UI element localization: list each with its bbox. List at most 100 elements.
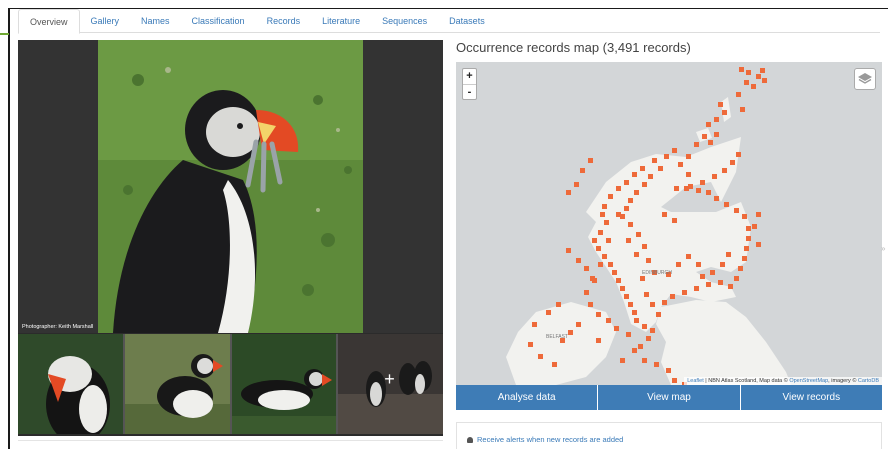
record-marker [598, 230, 603, 235]
record-marker [700, 274, 705, 279]
tab-records[interactable]: Records [256, 9, 312, 32]
edinburgh-label: EDINBURGH [642, 270, 672, 276]
record-marker [576, 258, 581, 263]
record-marker [724, 202, 729, 207]
record-marker [706, 282, 711, 287]
record-marker [739, 67, 744, 72]
receive-alerts-link[interactable]: Receive alerts when new records are adde… [467, 435, 623, 444]
leaflet-link[interactable]: Leaflet [687, 378, 704, 384]
record-marker [708, 140, 713, 145]
tab-gallery[interactable]: Gallery [80, 9, 131, 32]
record-marker [752, 224, 757, 229]
thumbnail-4[interactable]: + [338, 334, 443, 434]
layers-icon[interactable] [854, 68, 876, 90]
record-marker [678, 162, 683, 167]
accent-tick [0, 33, 9, 35]
tab-names[interactable]: Names [130, 9, 181, 32]
record-marker [598, 262, 603, 267]
record-marker [742, 214, 747, 219]
record-marker [722, 168, 727, 173]
alerts-panel: Receive alerts when new records are adde… [456, 422, 882, 449]
record-marker [616, 278, 621, 283]
receive-alerts-label: Receive alerts when new records are adde… [477, 435, 624, 444]
record-marker [650, 328, 655, 333]
thumbnail-2[interactable] [124, 334, 230, 434]
record-marker [620, 286, 625, 291]
record-marker [642, 324, 647, 329]
record-marker [670, 294, 675, 299]
record-marker [746, 226, 751, 231]
record-marker [648, 174, 653, 179]
record-marker [714, 117, 719, 122]
record-marker [756, 74, 761, 79]
chevron-right-icon[interactable]: » [881, 244, 885, 253]
tab-literature[interactable]: Literature [311, 9, 371, 32]
plus-icon[interactable]: + [384, 370, 395, 388]
record-marker [584, 290, 589, 295]
thumbnail-3[interactable] [231, 334, 337, 434]
record-marker [628, 222, 633, 227]
record-marker [686, 172, 691, 177]
tab-overview[interactable]: Overview [18, 9, 80, 34]
record-marker [528, 342, 533, 347]
view-records-button[interactable]: View records [740, 385, 882, 410]
record-marker [596, 338, 601, 343]
record-marker [744, 80, 749, 85]
record-marker [608, 194, 613, 199]
record-marker [634, 252, 639, 257]
record-marker [614, 326, 619, 331]
record-marker [726, 252, 731, 257]
record-marker [612, 270, 617, 275]
main-photo[interactable] [18, 40, 443, 333]
record-marker [738, 266, 743, 271]
tab-sequences[interactable]: Sequences [371, 9, 438, 32]
record-marker [624, 180, 629, 185]
record-marker [632, 348, 637, 353]
record-marker [682, 290, 687, 295]
zoom-in-button[interactable]: + [463, 69, 476, 84]
analyse-data-button[interactable]: Analyse data [456, 385, 598, 410]
record-marker [552, 362, 557, 367]
record-marker [676, 262, 681, 267]
record-marker [658, 166, 663, 171]
record-marker [686, 254, 691, 259]
record-marker [632, 310, 637, 315]
carto-link[interactable]: CartoDB [858, 378, 879, 384]
tab-classification[interactable]: Classification [181, 9, 256, 32]
occurrence-map[interactable]: EDINBURGH BELFAST + - Leaflet | NBN Atla… [456, 62, 882, 385]
record-marker [642, 358, 647, 363]
record-marker [662, 300, 667, 305]
record-marker [700, 180, 705, 185]
record-marker [686, 154, 691, 159]
record-marker [640, 166, 645, 171]
record-marker [616, 186, 621, 191]
record-marker [632, 172, 637, 177]
record-marker [600, 212, 605, 217]
view-map-button[interactable]: View map [598, 385, 740, 410]
record-marker [746, 70, 751, 75]
record-marker [734, 208, 739, 213]
gallery-footer-divider [18, 440, 443, 449]
map-canvas[interactable]: EDINBURGH BELFAST [456, 62, 882, 385]
record-marker [634, 190, 639, 195]
record-marker [664, 154, 669, 159]
tab-datasets[interactable]: Datasets [438, 9, 496, 32]
osm-link[interactable]: OpenStreetMap [789, 378, 828, 384]
record-marker [720, 262, 725, 267]
thumbnail-1[interactable] [18, 334, 123, 434]
record-marker [696, 188, 701, 193]
record-marker [672, 218, 677, 223]
record-marker [588, 302, 593, 307]
zoom-out-button[interactable]: - [463, 84, 476, 99]
record-marker [650, 302, 655, 307]
record-marker [624, 294, 629, 299]
record-marker [694, 286, 699, 291]
record-marker [538, 354, 543, 359]
record-marker [640, 276, 645, 281]
record-marker [574, 182, 579, 187]
record-marker [718, 102, 723, 107]
record-marker [656, 312, 661, 317]
record-marker [694, 142, 699, 147]
map-title: Occurrence records map (3,491 records) [456, 40, 691, 55]
record-marker [608, 262, 613, 267]
